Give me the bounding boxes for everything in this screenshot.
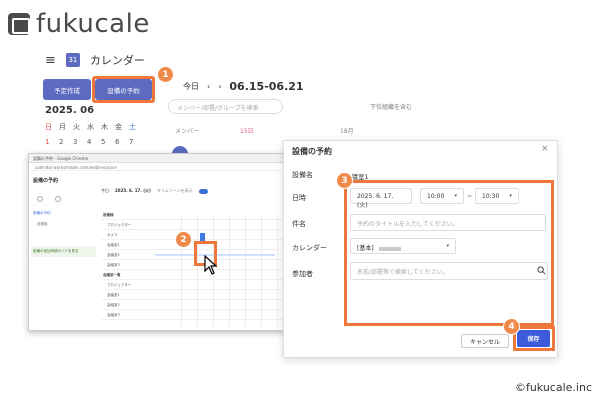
timezone-toggle-label: タイムゾーンを表示: [156, 188, 193, 193]
mouse-cursor-icon: [204, 255, 218, 275]
weekday-header: 火: [73, 123, 80, 131]
timezone-toggle[interactable]: [198, 188, 208, 194]
facility-icon[interactable]: [37, 196, 43, 202]
datetime-label: 日時: [292, 194, 306, 202]
weekday-header: 木: [101, 123, 108, 131]
calendar-day[interactable]: 1: [45, 138, 59, 146]
subject-label: 件名: [292, 220, 306, 228]
facility-label: 設備名: [292, 171, 313, 179]
member-column-header: メンバー: [175, 128, 200, 135]
copyright-text: ©fukucale.inc: [514, 381, 592, 394]
step-badge-1: 1: [157, 66, 174, 83]
weekday-header: 水: [87, 123, 94, 131]
highlight-box-1: [92, 76, 155, 103]
browser-side-item-1[interactable]: 設備の予約: [31, 208, 96, 219]
create-event-button[interactable]: 予定作成: [43, 79, 91, 100]
facility-browser-window: 設備の予約 - Google Chrome calendar.worksmobi…: [28, 153, 290, 331]
member-search-input[interactable]: メンバー/部署/グループを検索: [168, 99, 283, 114]
browser-sidebar: 設備の予約 全施設 設備の追加申請ガイドを見る: [31, 196, 96, 257]
timeline-header: 今日 2025. 6. 17. (火) タイムゾーンを表示: [101, 186, 289, 196]
attendee-label: 参加者: [292, 270, 313, 278]
step-badge-2: 2: [175, 231, 192, 248]
mini-calendar-month: 2025. 06: [45, 105, 95, 116]
calendar-logo-icon: [8, 13, 30, 35]
calendar-label: カレンダー: [292, 244, 327, 252]
prev-week-icon[interactable]: ‹: [207, 82, 210, 91]
date-column-header-2: 18月: [340, 128, 354, 135]
calendar-day[interactable]: 7: [129, 138, 143, 146]
timeline-date: 2025. 6. 17. (火): [115, 188, 151, 193]
close-icon[interactable]: ×: [541, 144, 549, 154]
today-button[interactable]: 今日: [183, 81, 199, 92]
calendar-day[interactable]: 3: [73, 138, 87, 146]
weekday-header: 土: [129, 123, 136, 131]
timeline-gridline: [261, 216, 262, 326]
date-range: 06.15-06.21: [229, 80, 304, 93]
browser-title: 設備の予約 - Google Chrome: [29, 154, 289, 163]
include-subordinate-label: 下位組織を含む: [370, 104, 413, 111]
my-list-icon[interactable]: [55, 196, 61, 202]
cancel-button[interactable]: キャンセル: [461, 334, 509, 348]
calendar-day[interactable]: 2: [59, 138, 73, 146]
weekday-header: 日: [45, 123, 52, 131]
calendar-day[interactable]: 5: [101, 138, 115, 146]
logo-text: fukucale: [36, 9, 150, 39]
next-week-icon[interactable]: ›: [218, 82, 221, 91]
browser-side-item-2[interactable]: 全施設: [31, 219, 96, 230]
timeline-gridline: [197, 216, 198, 326]
step-badge-3: 3: [336, 172, 353, 189]
timeline-gridline: [277, 216, 278, 326]
calendar-app-icon: 31: [65, 53, 80, 67]
app-topbar: ≡ 31 カレンダー: [45, 50, 410, 70]
highlight-box-3: [344, 180, 554, 326]
app-title: カレンダー: [89, 54, 145, 67]
fukucale-logo: fukucale: [8, 4, 150, 44]
calendar-day[interactable]: 4: [87, 138, 101, 146]
calendar-header: 今日 ‹ › 06.15-06.21: [183, 80, 413, 93]
weekday-header: 金: [115, 123, 122, 131]
browser-url: calendar.worksmobile.com/web/resource: [29, 163, 289, 171]
hamburger-menu-icon[interactable]: ≡: [45, 53, 56, 68]
step-badge-4: 4: [503, 318, 520, 335]
timeline-today[interactable]: 今日: [101, 188, 109, 194]
timeline-gridline: [245, 216, 246, 326]
dialog-title: 設備の予約: [292, 147, 332, 156]
timeline-gridline: [229, 216, 230, 326]
browser-side-guide[interactable]: 設備の追加申請ガイドを見る: [31, 246, 96, 257]
date-column-header: 15日: [240, 128, 254, 135]
weekday-header: 月: [59, 123, 66, 131]
calendar-day[interactable]: 6: [115, 138, 129, 146]
